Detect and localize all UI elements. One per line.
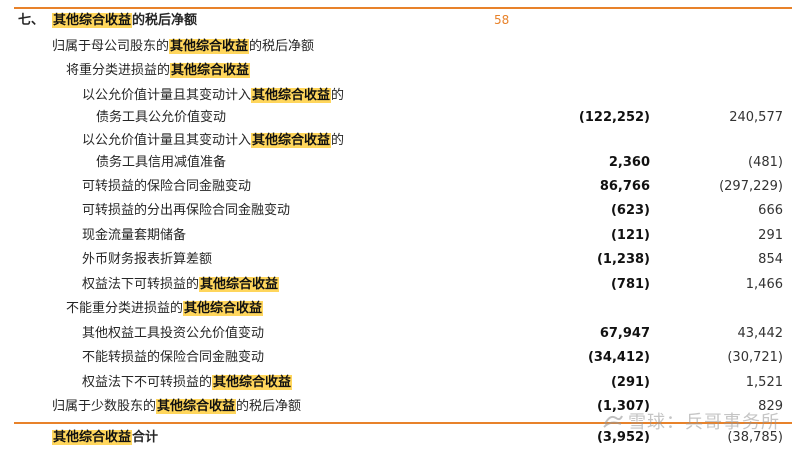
- row-label: 可转损益的保险合同金融变动: [82, 175, 251, 199]
- row-label: 不能转损益的保险合同金融变动: [82, 346, 264, 370]
- row-label-highlight: 其他综合收益: [156, 399, 237, 414]
- table-row: 外币财务报表折算差额 (1,238) 854: [0, 248, 800, 272]
- row-label: 可转损益的分出再保险合同金融变动: [82, 199, 290, 223]
- row-label: 现金流量套期储备: [82, 224, 186, 248]
- table-row: 归属于母公司股东的其他综合收益的税后净额: [0, 35, 800, 59]
- current-year-value: 2,360: [608, 155, 650, 170]
- row-label-text: 债务工具信用减值准备: [96, 155, 227, 170]
- table-row: 权益法下可转损益的其他综合收益 (781) 1,466: [0, 273, 800, 297]
- row-label: 归属于母公司股东的其他综合收益的税后净额: [52, 35, 314, 59]
- section-header: 七、 其他综合收益的税后净额: [0, 9, 800, 33]
- row-label: 外币财务报表折算差额: [82, 248, 212, 272]
- row-label-text: 不能转损益的保险合同金融变动: [82, 350, 265, 365]
- total-label-rest: 合计: [132, 430, 159, 445]
- prior-year-value: 1,466: [745, 277, 783, 292]
- row-label-text: 以公允价值计量且其变动计入: [82, 133, 252, 148]
- row-label-highlight: 其他综合收益: [212, 375, 293, 390]
- section-title: 其他综合收益的税后净额: [52, 9, 197, 33]
- table-row: 以公允价值计量且其变动计入其他综合收益的: [0, 84, 800, 108]
- row-label: 归属于少数股东的其他综合收益的税后净额: [52, 395, 301, 419]
- row-label-text: 归属于少数股东的: [52, 399, 157, 414]
- row-label-highlight: 其他综合收益: [169, 39, 250, 54]
- current-year-value: 86,766: [599, 179, 650, 194]
- row-label: 不能重分类进损益的其他综合收益: [66, 297, 264, 321]
- current-year-value: (34,412): [587, 350, 650, 365]
- current-year-value: (122,252): [578, 110, 650, 125]
- current-year-value: (121): [610, 228, 650, 243]
- row-label-text: 权益法下可转损益的: [82, 277, 200, 292]
- table-row: 债务工具公允价值变动 (122,252) 240,577: [0, 106, 800, 130]
- row-label: 债务工具信用减值准备: [96, 151, 226, 175]
- watermark: 雪球：兵哥事务所: [602, 408, 780, 435]
- current-year-value: (291): [610, 375, 650, 390]
- row-label-text: 债务工具公允价值变动: [96, 110, 227, 125]
- row-label-highlight: 其他综合收益: [199, 277, 280, 292]
- row-label: 债务工具公允价值变动: [96, 106, 226, 130]
- table-row: 可转损益的保险合同金融变动 86,766 (297,229): [0, 175, 800, 199]
- prior-year-value: (297,229): [719, 179, 783, 194]
- row-label-text: 归属于母公司股东的: [52, 39, 170, 54]
- row-label: 其他权益工具投资公允价值变动: [82, 322, 264, 346]
- row-label-text: 可转损益的分出再保险合同金融变动: [82, 203, 291, 218]
- table-row: 不能转损益的保险合同金融变动 (34,412) (30,721): [0, 346, 800, 370]
- row-label-text: 现金流量套期储备: [82, 228, 187, 243]
- watermark-text: 雪球：兵哥事务所: [628, 412, 780, 433]
- prior-year-value: (30,721): [727, 350, 783, 365]
- row-label-highlight: 其他综合收益: [251, 88, 332, 103]
- current-year-value: (781): [610, 277, 650, 292]
- row-label-highlight: 其他综合收益: [251, 133, 332, 148]
- row-label-text: 权益法下不可转损益的: [82, 375, 213, 390]
- snowball-logo-icon: [602, 412, 624, 435]
- row-label-text: 外币财务报表折算差额: [82, 252, 213, 267]
- section-number: 七、: [18, 13, 45, 28]
- table-row: 将重分类进损益的其他综合收益: [0, 59, 800, 83]
- note-reference: 58: [494, 13, 510, 27]
- total-label-highlight: 其他综合收益: [52, 430, 133, 445]
- row-label-text: 可转损益的保险合同金融变动: [82, 179, 252, 194]
- row-label-text: 其他权益工具投资公允价值变动: [82, 326, 265, 341]
- row-label-text: 以公允价值计量且其变动计入: [82, 88, 252, 103]
- table-row: 其他权益工具投资公允价值变动 67,947 43,442: [0, 322, 800, 346]
- row-label-highlight: 其他综合收益: [183, 301, 264, 316]
- table-row: 现金流量套期储备 (121) 291: [0, 224, 800, 248]
- row-label: 以公允价值计量且其变动计入其他综合收益的: [82, 129, 344, 153]
- section-title-highlight: 其他综合收益: [52, 13, 133, 28]
- table-row: 以公允价值计量且其变动计入其他综合收益的: [0, 129, 800, 153]
- row-label-suffix: 的: [331, 133, 345, 148]
- row-label-highlight: 其他综合收益: [170, 63, 251, 78]
- row-label-text: 不能重分类进损益的: [66, 301, 184, 316]
- table-row: 权益法下不可转损益的其他综合收益 (291) 1,521: [0, 371, 800, 395]
- table-row: 债务工具信用减值准备 2,360 (481): [0, 151, 800, 175]
- prior-year-value: 43,442: [737, 326, 784, 341]
- row-label-text: 将重分类进损益的: [66, 63, 171, 78]
- row-label: 将重分类进损益的其他综合收益: [66, 59, 251, 83]
- row-label: 权益法下不可转损益的其他综合收益: [82, 371, 293, 395]
- prior-year-value: 291: [758, 228, 783, 243]
- current-year-value: (623): [610, 203, 650, 218]
- prior-year-value: 854: [758, 252, 783, 267]
- section-title-rest: 的税后净额: [132, 13, 198, 28]
- prior-year-value: 666: [758, 203, 783, 218]
- row-label: 以公允价值计量且其变动计入其他综合收益的: [82, 84, 344, 108]
- current-year-value: (1,238): [596, 252, 650, 267]
- row-label-suffix: 的税后净额: [249, 39, 315, 54]
- row-label-suffix: 的税后净额: [236, 399, 302, 414]
- prior-year-value: 1,521: [745, 375, 783, 390]
- prior-year-value: (481): [748, 155, 783, 170]
- row-label: 权益法下可转损益的其他综合收益: [82, 273, 280, 297]
- current-year-value: 67,947: [599, 326, 650, 341]
- total-label: 其他综合收益合计: [52, 426, 158, 450]
- table-row: 不能重分类进损益的其他综合收益: [0, 297, 800, 321]
- prior-year-value: 240,577: [729, 110, 783, 125]
- row-label-suffix: 的: [331, 88, 345, 103]
- table-row: 可转损益的分出再保险合同金融变动 (623) 666: [0, 199, 800, 223]
